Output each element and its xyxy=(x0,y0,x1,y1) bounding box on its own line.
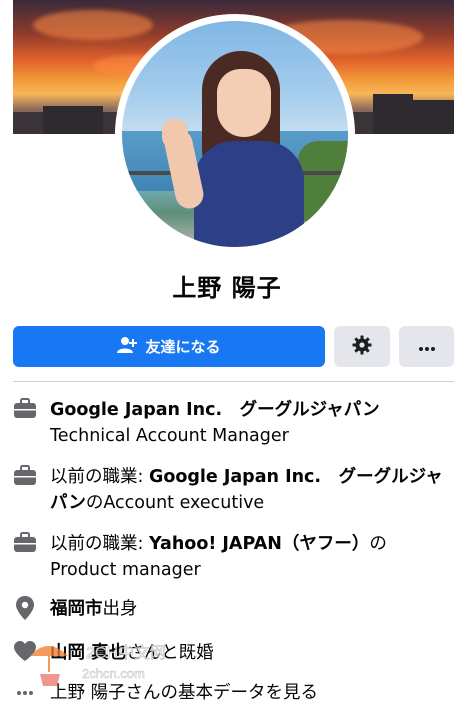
work-prev2-title: Product manager xyxy=(50,560,201,580)
work-prev1-prefix: 以前の職業: xyxy=(50,467,149,487)
profile-name: 上野 陽子 xyxy=(172,274,282,302)
work-prev2-company[interactable]: Yahoo! JAPAN（ヤフー） xyxy=(149,534,369,554)
see-about-info-label[interactable]: 上野 陽子さんの基本データを見る xyxy=(50,680,454,706)
more-icon xyxy=(13,680,37,706)
settings-button[interactable] xyxy=(334,326,390,367)
heart-icon xyxy=(13,640,37,664)
more-options-button[interactable] xyxy=(399,326,454,367)
gear-icon xyxy=(352,335,372,359)
work-prev1-company[interactable]: Google Japan Inc. グーグルジャ xyxy=(149,467,443,487)
hometown-suffix: 出身 xyxy=(102,599,138,619)
hometown-city[interactable]: 福岡市 xyxy=(50,599,103,619)
location-pin-icon xyxy=(13,596,37,620)
briefcase-icon xyxy=(13,531,37,555)
work-current-company[interactable]: Google Japan Inc. グーグルジャパン xyxy=(50,400,380,420)
briefcase-icon xyxy=(13,397,37,421)
add-friend-button[interactable]: 友達になる xyxy=(13,326,325,367)
add-friend-icon xyxy=(117,336,138,358)
divider xyxy=(13,381,454,382)
relationship-partner[interactable]: 山岡 真也 xyxy=(50,643,126,663)
work-prev2-suffix: の xyxy=(369,534,387,554)
work-prev2-prefix: 以前の職業: xyxy=(50,534,149,554)
more-icon xyxy=(418,337,436,356)
work-current-title: Technical Account Manager xyxy=(50,426,289,446)
briefcase-icon xyxy=(13,464,37,488)
watermark-line2: 2chcn.com xyxy=(82,666,145,681)
work-prev1-company-cont[interactable]: パン xyxy=(50,493,86,513)
relationship-suffix: さんと既婚 xyxy=(126,643,214,663)
profile-picture[interactable] xyxy=(122,21,348,247)
add-friend-label: 友達になる xyxy=(145,338,221,356)
work-prev1-suffix: のAccount executive xyxy=(85,493,265,513)
